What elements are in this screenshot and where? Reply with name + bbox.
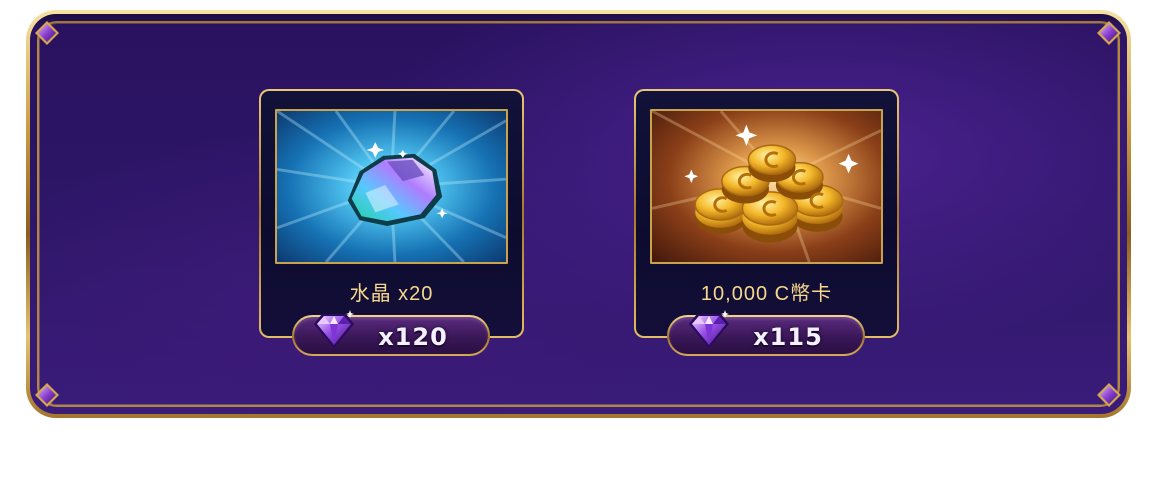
item-name: 水晶 x20 bbox=[349, 283, 434, 305]
corner-gem-icon bbox=[34, 20, 60, 46]
shop-item-card-body: 水晶 x20 bbox=[261, 91, 522, 336]
shop-panel-frame bbox=[26, 10, 1131, 418]
price-label: x115 bbox=[753, 323, 823, 351]
shop-item-card-coins[interactable]: 10,000 C幣卡 bbox=[634, 89, 899, 338]
price-pill: x120 bbox=[294, 310, 488, 354]
shop-panel bbox=[30, 14, 1127, 414]
crystal-gem-icon bbox=[275, 109, 508, 264]
corner-gem-icon bbox=[1096, 382, 1122, 408]
corner-gem-icon bbox=[34, 382, 60, 408]
purple-diamond-icon bbox=[685, 308, 733, 352]
price-label: x120 bbox=[378, 323, 448, 351]
buy-button-crystal[interactable]: x120 bbox=[292, 310, 490, 356]
gold-coins-icon bbox=[650, 109, 883, 264]
corner-gem-icon bbox=[1096, 20, 1122, 46]
price-pill: x115 bbox=[669, 310, 863, 354]
purple-diamond-icon bbox=[310, 308, 358, 352]
item-name: 10,000 C幣卡 bbox=[700, 283, 833, 305]
buy-button-coins[interactable]: x115 bbox=[667, 310, 865, 356]
shop-item-card-crystal[interactable]: 水晶 x20 bbox=[259, 89, 524, 338]
shop-item-card-body: 10,000 C幣卡 bbox=[636, 91, 897, 336]
